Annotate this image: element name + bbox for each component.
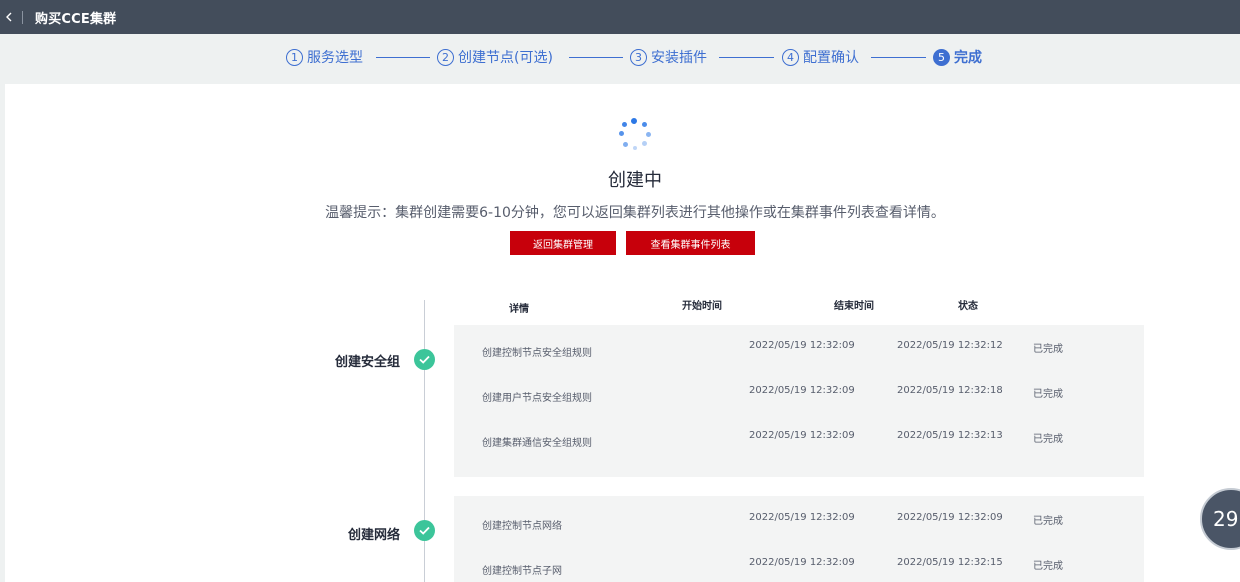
task-start-time: 2022/05/19 12:32:09 [749, 385, 855, 396]
step-install-plugins[interactable]: 3 安装插件 [630, 47, 707, 67]
task-status: 已完成 [1033, 389, 1063, 400]
task-status: 已完成 [1033, 516, 1063, 527]
task-start-time: 2022/05/19 12:32:09 [749, 430, 855, 441]
step-confirm-config[interactable]: 4 配置确认 [782, 47, 859, 67]
task-end-time: 2022/05/19 12:32:15 [897, 557, 1003, 568]
step-label: 创建节点(可选) [458, 50, 553, 66]
task-detail: 创建用户节点安全组规则 [482, 393, 592, 404]
step-number: 2 [437, 48, 454, 66]
step-number: 4 [782, 48, 799, 66]
step-label: 配置确认 [803, 50, 859, 66]
task-end-time: 2022/05/19 12:32:13 [897, 430, 1003, 441]
step-service-selection[interactable]: 1 服务选型 [286, 47, 363, 67]
step-complete[interactable]: 5 完成 [933, 47, 982, 67]
task-status: 已完成 [1033, 344, 1063, 355]
task-detail: 创建控制节点网络 [482, 521, 562, 532]
task-detail: 创建集群通信安全组规则 [482, 438, 592, 449]
task-start-time: 2022/05/19 12:32:09 [749, 557, 855, 568]
task-start-time: 2022/05/19 12:32:09 [749, 512, 855, 523]
task-detail: 创建控制节点安全组规则 [482, 348, 592, 359]
step-connector [376, 57, 430, 58]
task-end-time: 2022/05/19 12:32:18 [897, 385, 1003, 396]
chevron-left-icon [6, 12, 12, 22]
task-end-time: 2022/05/19 12:32:09 [897, 512, 1003, 523]
check-circle-icon [414, 349, 435, 370]
check-circle-icon [414, 520, 435, 541]
task-detail: 创建控制节点子网 [482, 566, 562, 577]
step-create-node[interactable]: 2 创建节点(可选) [437, 47, 553, 67]
column-header-detail: 详情 [509, 304, 529, 315]
task-start-time: 2022/05/19 12:32:09 [749, 340, 855, 351]
step-progress: 1 服务选型 2 创建节点(可选) 3 安装插件 4 配置确认 5 完成 [0, 34, 1240, 80]
divider [22, 11, 23, 24]
status-hint: 温馨提示：集群创建需要6-10分钟，您可以返回集群列表进行其他操作或在集群事件列… [325, 205, 945, 221]
back-to-cluster-button[interactable]: 返回集群管理 [510, 231, 616, 255]
column-header-start-time: 开始时间 [682, 301, 722, 312]
step-connector [569, 57, 623, 58]
task-status: 已完成 [1033, 434, 1063, 445]
step-connector [871, 57, 926, 58]
group-label: 创建网络 [347, 528, 400, 543]
loading-spinner-icon [614, 116, 656, 156]
page-title: 购买CCE集群 [35, 12, 117, 27]
back-button[interactable] [3, 8, 17, 26]
step-label: 服务选型 [307, 50, 363, 66]
step-connector [719, 57, 774, 58]
column-header-end-time: 结束时间 [834, 301, 874, 312]
step-label: 安装插件 [651, 50, 707, 66]
task-end-time: 2022/05/19 12:32:12 [897, 340, 1003, 351]
view-events-button[interactable]: 查看集群事件列表 [626, 231, 755, 255]
step-label: 完成 [954, 50, 982, 66]
step-number: 5 [933, 48, 950, 66]
column-header-status: 状态 [958, 301, 978, 312]
step-number: 1 [286, 48, 303, 66]
top-bar: 购买CCE集群 [0, 0, 1240, 34]
status-title: 创建中 [608, 170, 662, 191]
task-status: 已完成 [1033, 561, 1063, 572]
step-number: 3 [630, 48, 647, 66]
countdown-value: 29 [1213, 507, 1239, 531]
group-label: 创建安全组 [334, 355, 400, 370]
